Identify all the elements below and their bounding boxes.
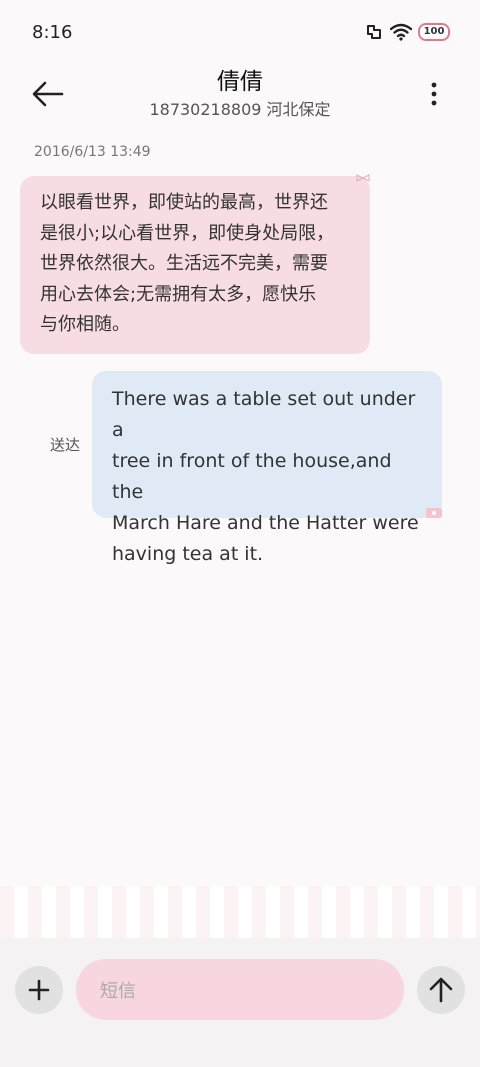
- wifi-icon: [390, 23, 412, 41]
- outgoing-message-bubble[interactable]: There was a table set out under a tree i…: [92, 371, 442, 565]
- contact-number-location: 18730218809 河北保定: [149, 100, 331, 119]
- message-line: 与你相随。: [40, 314, 130, 335]
- delivery-status: 送达: [50, 436, 81, 454]
- message-line: 以眼看世界，即使站的最高，世界还: [40, 192, 328, 213]
- message-input[interactable]: 短信: [76, 959, 404, 1020]
- message-line: There was a table set out under a: [112, 388, 416, 441]
- conversation-header: 倩倩 18730218809 河北保定: [0, 64, 480, 134]
- sticker-decoration-icon: [426, 508, 442, 518]
- plus-icon: [28, 979, 50, 1001]
- message-line: tree in front of the house,and the: [112, 450, 392, 503]
- contact-title: 倩倩 18730218809 河北保定: [120, 66, 360, 122]
- add-attachment-button[interactable]: [15, 966, 63, 1014]
- send-button[interactable]: [417, 966, 465, 1014]
- message-timestamp: 2016/6/13 13:49: [34, 144, 151, 160]
- battery-level: 100: [423, 26, 445, 37]
- message-line: March Hare and the Hatter were: [112, 512, 419, 534]
- message-line: having tea at it.: [112, 543, 264, 565]
- message-line: 世界依然很大。生活远不完美，需要: [40, 253, 328, 274]
- more-vertical-icon: [431, 82, 437, 106]
- message-line: 用心去体会;无需拥有太多，愿快乐: [40, 283, 317, 305]
- message-line: 是很小;以心看世界，即使身处局限，: [40, 222, 335, 244]
- contact-name: 倩倩: [217, 69, 263, 95]
- decorative-stripes: [0, 886, 480, 938]
- bow-decoration-icon: [356, 174, 370, 182]
- arrow-left-icon: [32, 81, 64, 107]
- message-input-placeholder: 短信: [100, 980, 136, 1002]
- battery-icon: 100: [418, 23, 450, 41]
- incoming-message-bubble[interactable]: 以眼看世界，即使站的最高，世界还 是很小;以心看世界，即使身处局限， 世界依然很…: [20, 174, 370, 354]
- status-icons: 100: [364, 22, 450, 42]
- nfc-icon: [367, 25, 381, 39]
- status-bar: 8:16 100: [0, 0, 480, 64]
- more-options-button[interactable]: [422, 78, 446, 110]
- arrow-up-icon: [429, 977, 453, 1003]
- back-button[interactable]: [30, 78, 66, 110]
- status-time: 8:16: [32, 21, 73, 43]
